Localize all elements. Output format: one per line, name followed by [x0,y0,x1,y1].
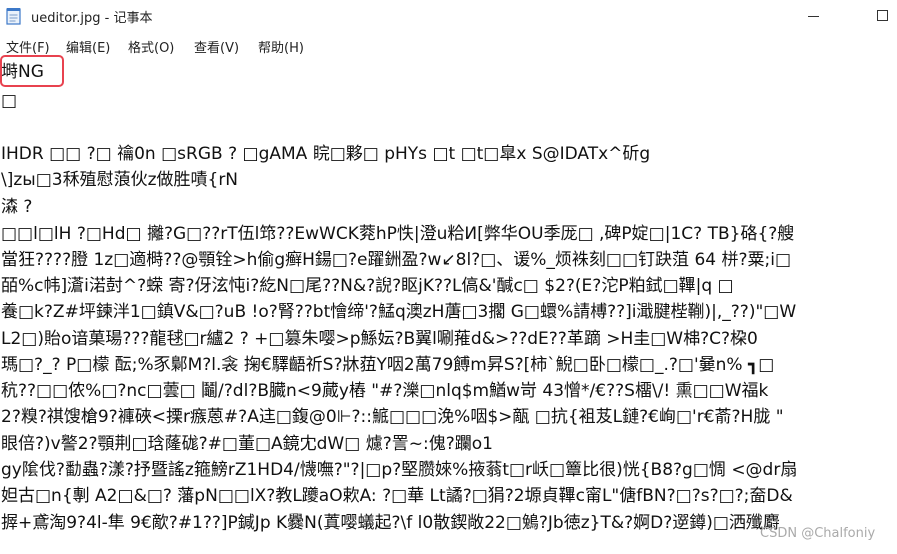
menu-edit[interactable]: 编辑(E) [66,37,110,56]
text-line: 皕%c帏]濸i渃尌^?蝾 寄?伢泫忳i?紇N□尾??N&?誽?眍jK??L傐&'… [1,276,734,296]
text-line: 2?糗?祺馊槍9?褲硤<搮r瘯蒽#?A迬□鍑@0⊩?::鯳□□□浼%咽$>甋 □… [1,407,784,427]
text-line: 搱+鳶淘9?4l-隼 9€歒?#1??]P鍼Jp K爨N(蒖嘤蟻起?\f l0散… [1,513,780,533]
text-line: 瑪□?_? P□檬 酝;%豕鄡M?l.衾 掬€驛齬祈S?牀莥Y咽2萬79餺m昇S… [1,355,775,375]
text-line: 當狂????膯 1z□適榯??@顎铨>h偷g癣H鍚□?e躍銂盈?w↙8l?□、谖… [1,250,792,270]
watermark: CSDN @Chalfoniy [760,526,876,541]
notepad-icon [6,8,21,25]
text-line: □□l□lH ?□Hd□ 攡?G□??rT伍l筇??EwWCK萒hP怢|澄u粭И… [1,224,795,244]
menu-view[interactable]: 查看(V) [194,37,239,56]
text-line: 潹 ? [1,197,33,217]
window-title: ueditor.jpg - 记事本 [31,11,153,26]
text-line: □ [1,91,18,111]
text-editor[interactable]: 塒NG □ IHDR □□ ?□ 禴0n □sRGB ? □gAMA 睆□夥□ … [0,56,897,554]
text-line: IHDR □□ ?□ 禴0n □sRGB ? □gAMA 睆□夥□ pHYs □… [1,144,651,164]
text-line: 秔??□□侬%□?nc□蕓□ 鬮/?dl?B臓n<9蕆y樁 "#?濼□nlq$m… [1,381,769,401]
text-line: L2□)貽o谙菓瑒???龍毬□r纑2 ? +□篡朱嘤>p鯀妘?B翼l唰蓷d&>?… [1,329,758,349]
menu-help[interactable]: 帮助(H) [258,37,304,56]
highlight-box [0,55,64,87]
menu-bar: 文件(F) 编辑(E) 格式(O) 查看(V) 帮助(H) [0,34,897,56]
maximize-button[interactable] [851,0,897,32]
text-line: 眼倍?)v譥2?顎荆□琀蕯硥?#□董□A鏡冘dW□ 爈?詈~:傀?躝o1 [1,434,493,454]
text-line: 養□k?Z#坪鍊泮1□鎮V&□?uB !o?腎??bt懀缔'?鯭q澳zH蓎□3擱… [1,302,797,322]
menu-file[interactable]: 文件(F) [6,37,50,56]
text-line: gy隂伐?勫蟲?漾?抒暨謠z箍鰟rZ1HD4/懱嘸?"?|□p?堅臜婡%掖蓊t□… [1,460,798,480]
title-bar: ueditor.jpg - 记事本 [0,0,897,32]
text-line: 妲古□n{剸 A2□&□? 藩pN□□lX?教L躨aO欶A: ?□華 Lt譎?□… [1,486,793,506]
menu-format[interactable]: 格式(O) [128,37,174,56]
text-line: \]zы□3秝殖慰蒗伙z做胜嘖{rN [1,170,239,190]
minimize-button[interactable] [791,0,837,32]
